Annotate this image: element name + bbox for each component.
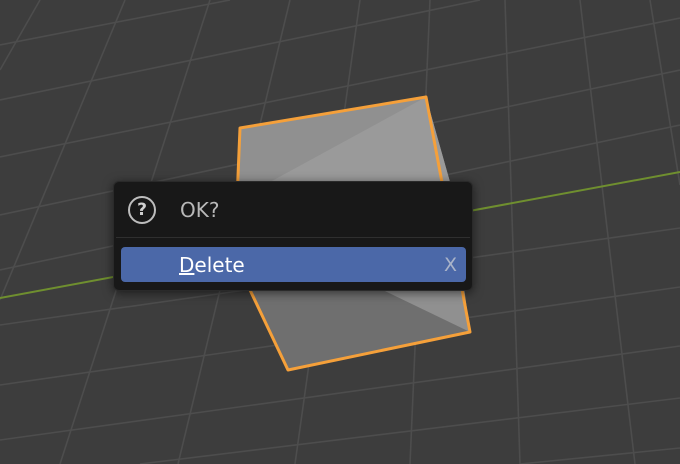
delete-label: Delete [179, 253, 245, 277]
popup-divider [116, 237, 470, 238]
delete-shortcut: X [443, 254, 457, 276]
popup-title: OK? [180, 198, 220, 222]
delete-label-rest: elete [194, 253, 245, 277]
delete-menu-item[interactable]: Delete X [121, 247, 466, 282]
delete-mnemonic: D [179, 253, 195, 277]
question-circle-icon: ? [128, 196, 156, 224]
confirm-delete-popup: ? OK? Delete X [113, 181, 473, 291]
popup-header: ? OK? [114, 182, 472, 237]
